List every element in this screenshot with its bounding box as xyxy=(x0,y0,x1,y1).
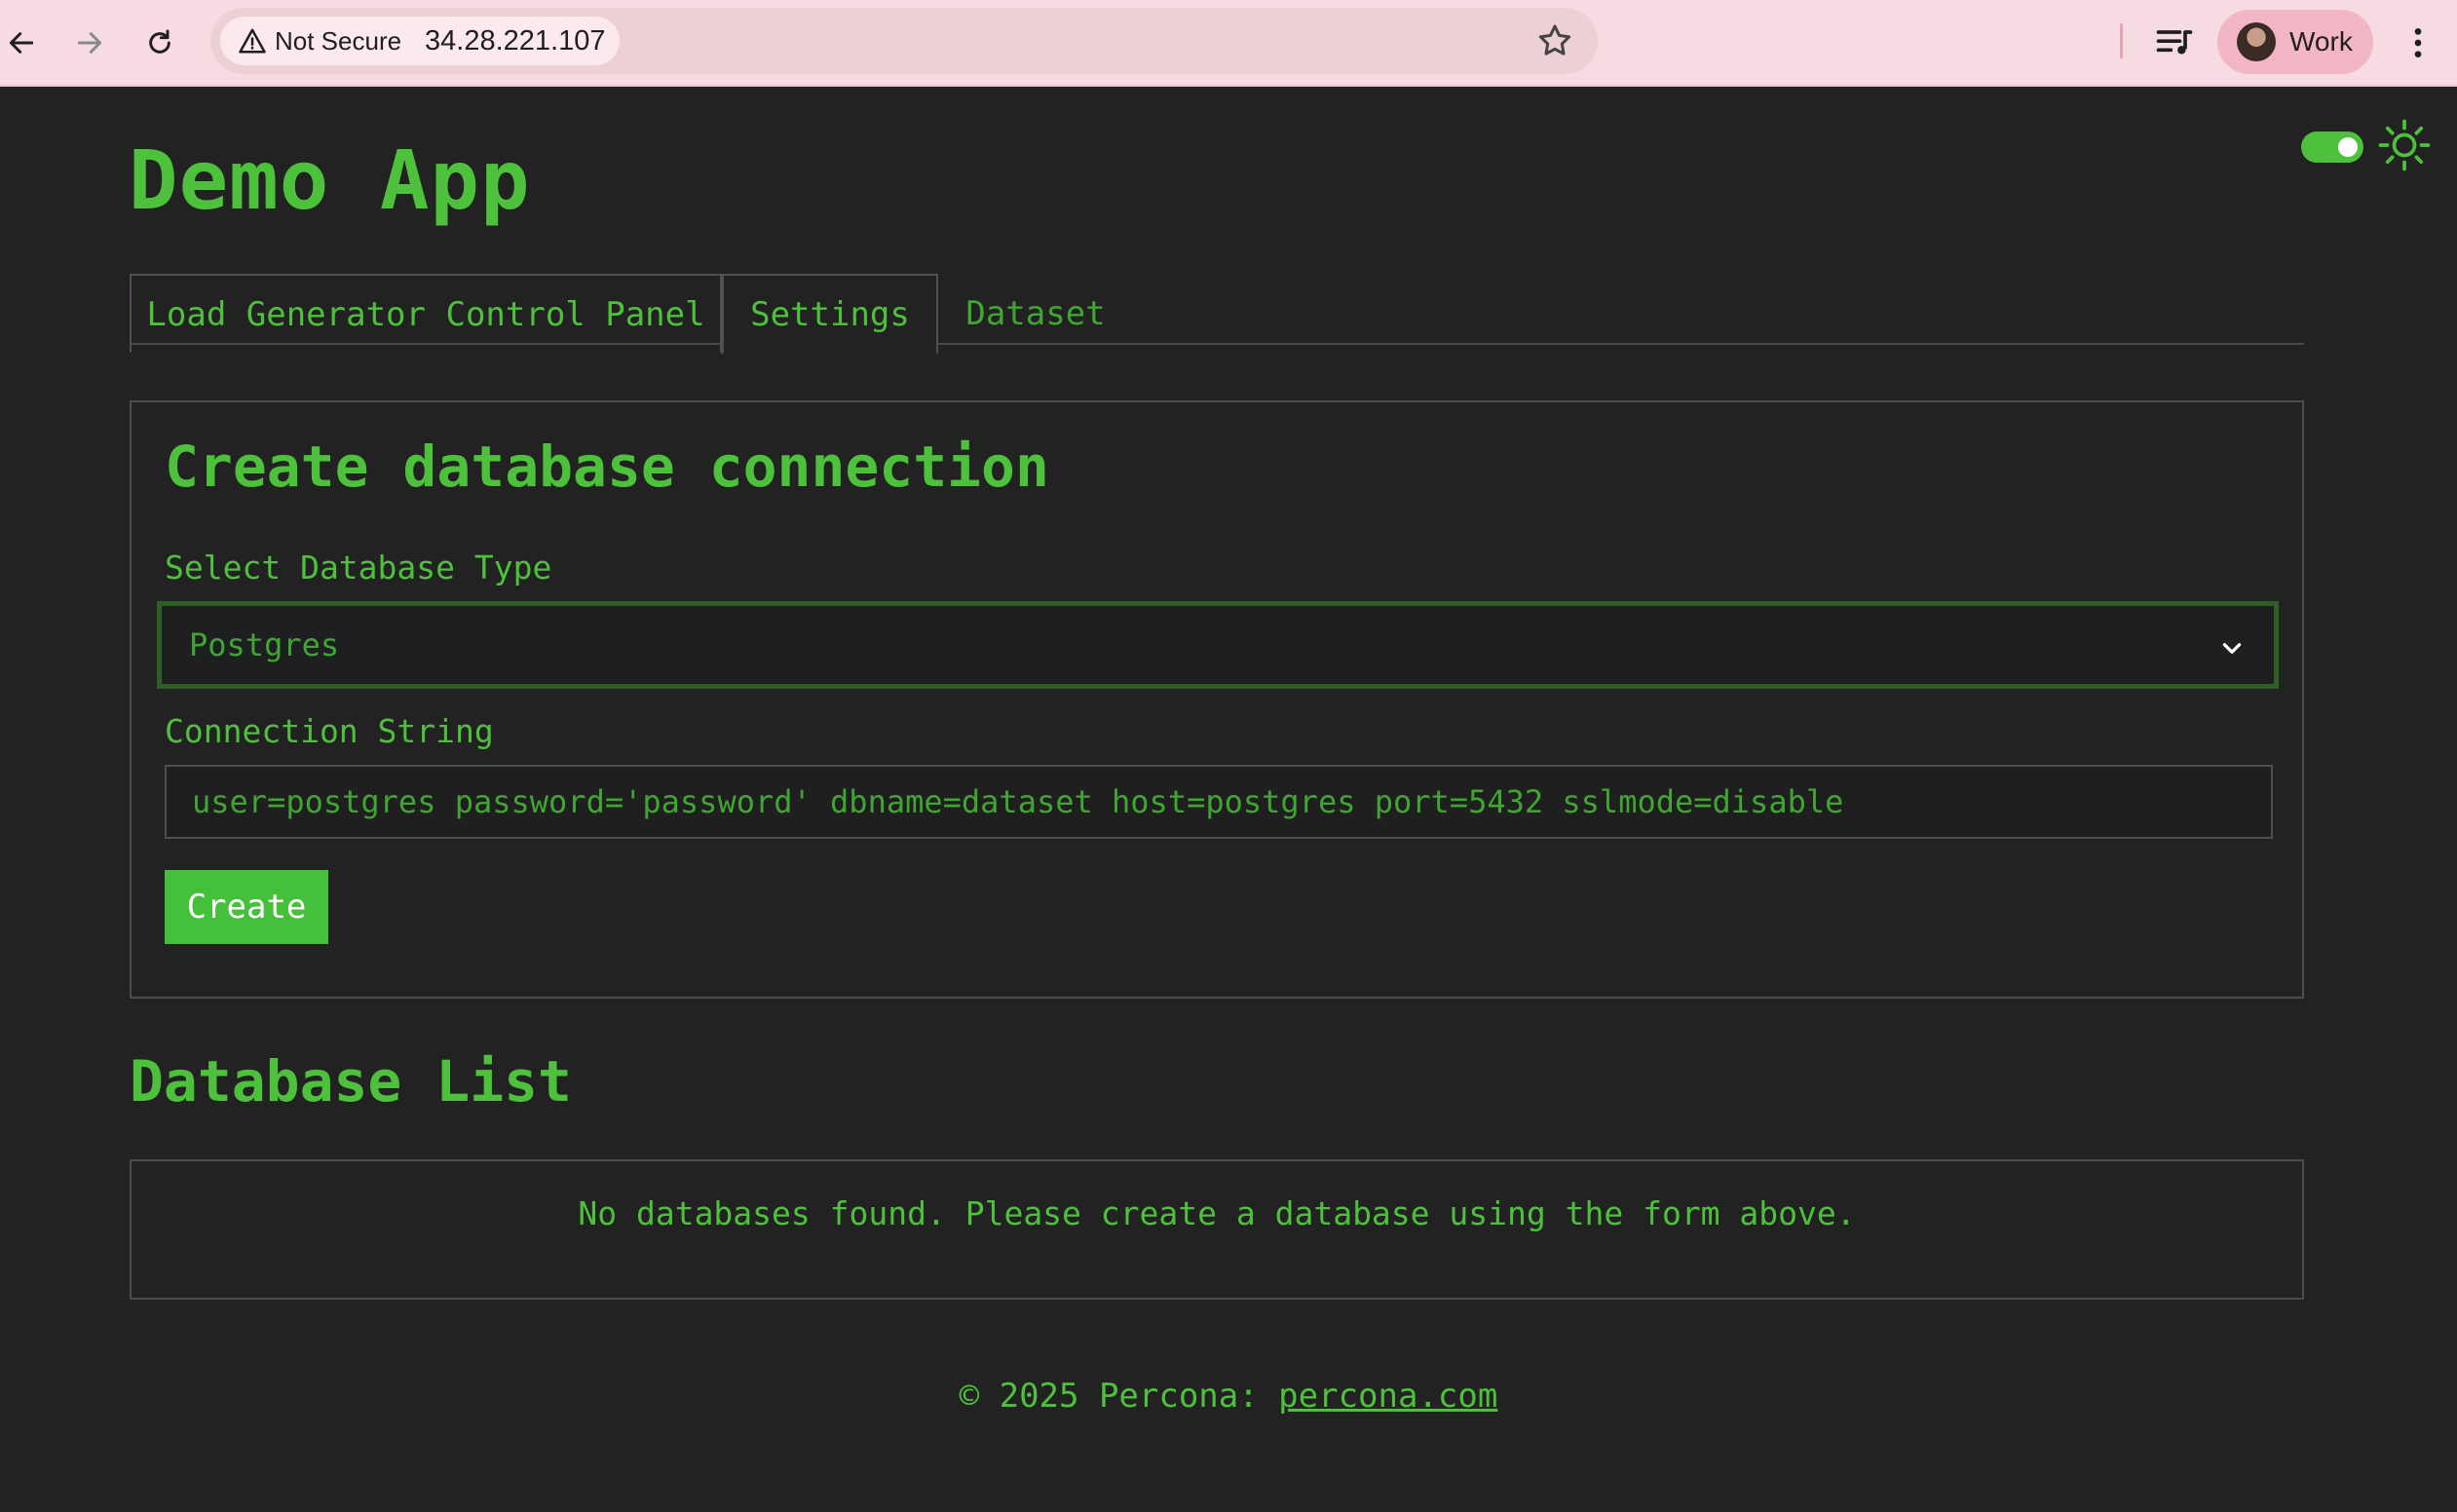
sun-icon[interactable] xyxy=(2377,118,2432,172)
forward-button[interactable] xyxy=(68,21,111,64)
conn-string-label: Connection String xyxy=(165,712,494,750)
create-connection-panel: Create database connection Select Databa… xyxy=(130,400,2304,999)
tab-settings[interactable]: Settings xyxy=(722,274,938,355)
url-text[interactable]: 34.28.221.107 xyxy=(425,8,605,74)
forward-arrow-icon xyxy=(77,32,102,54)
more-menu-icon[interactable] xyxy=(2399,21,2438,64)
database-list-title: Database List xyxy=(130,1048,572,1115)
database-list-empty: No databases found. Please create a data… xyxy=(130,1159,2304,1300)
connection-string-input[interactable]: user=postgres password='password' dbname… xyxy=(165,765,2273,839)
panel-title: Create database connection xyxy=(165,434,1049,500)
app-title: Demo App xyxy=(129,132,531,228)
address-bar[interactable]: Not Secure 34.28.221.107 xyxy=(210,8,1598,74)
tab-dataset[interactable]: Dataset xyxy=(938,274,1133,353)
toolbar-divider xyxy=(2120,23,2123,58)
profile-name: Work xyxy=(2289,26,2353,57)
chevron-down-icon xyxy=(2222,643,2242,654)
footer: © 2025 Percona: percona.com xyxy=(0,1377,2457,1416)
tab-load-generator[interactable]: Load Generator Control Panel xyxy=(130,274,722,353)
profile-button[interactable]: Work xyxy=(2217,10,2373,74)
back-arrow-icon xyxy=(9,32,34,54)
browser-toolbar: Not Secure 34.28.221.107 Work xyxy=(0,0,2457,87)
avatar xyxy=(2237,22,2276,61)
back-button[interactable] xyxy=(0,21,43,64)
percona-link[interactable]: percona.com xyxy=(1278,1377,1497,1416)
db-type-label: Select Database Type xyxy=(165,548,552,586)
security-label: Not Secure xyxy=(275,25,402,56)
create-button[interactable]: Create xyxy=(165,870,328,944)
bookmark-star-icon[interactable] xyxy=(1535,21,1574,60)
footer-copyright: © 2025 Percona: xyxy=(959,1377,1279,1416)
empty-message: No databases found. Please create a data… xyxy=(578,1194,1856,1232)
theme-toggle[interactable] xyxy=(2301,132,2363,163)
db-type-value: Postgres xyxy=(189,626,340,663)
reload-button[interactable] xyxy=(138,21,181,64)
tab-bar: Load Generator Control Panel Settings Da… xyxy=(130,274,2304,355)
warning-icon xyxy=(239,28,266,54)
page-content: Demo App Load Generator Control Panel Se… xyxy=(0,89,2457,1512)
reload-icon xyxy=(149,29,170,54)
media-control-icon[interactable] xyxy=(2153,21,2196,64)
db-type-select[interactable]: Postgres xyxy=(157,601,2279,689)
